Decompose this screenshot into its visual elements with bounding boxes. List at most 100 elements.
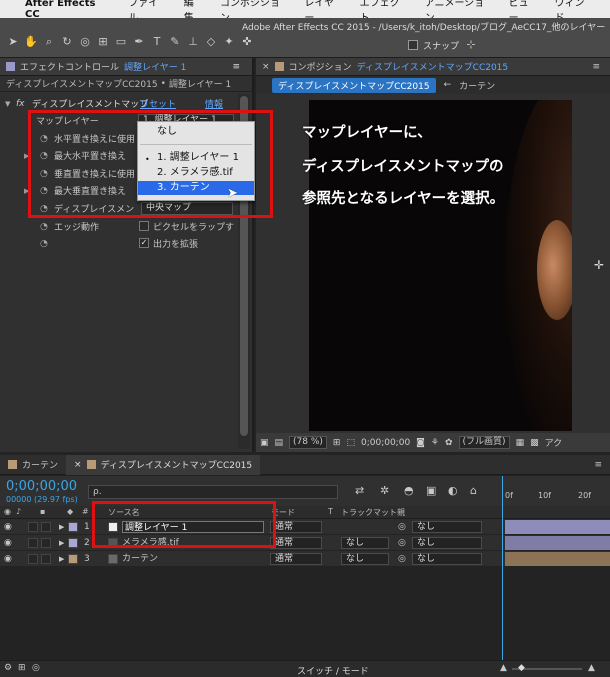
close-icon[interactable]: × <box>74 460 82 470</box>
trackmatte-dropdown[interactable]: なし <box>341 553 389 565</box>
zoom-out-icon[interactable]: ▲ <box>500 663 507 673</box>
rotate-tool-icon[interactable]: ↻ <box>60 35 74 49</box>
lock-switch[interactable] <box>41 554 51 564</box>
wrap-pixels-checkbox[interactable] <box>139 221 149 231</box>
grid-icon[interactable]: ⊞ <box>333 438 341 448</box>
puppet-pin-tool-icon[interactable]: ✜ <box>240 35 254 49</box>
layer-bar[interactable] <box>505 552 610 566</box>
comp-mini-flowchart-icon[interactable]: ⇄ <box>355 484 364 497</box>
zoom-in-icon[interactable]: ▲ <box>588 663 595 673</box>
playhead[interactable] <box>502 476 503 660</box>
pen-tool-icon[interactable]: ✒ <box>132 35 146 49</box>
stopwatch-icon[interactable]: ◔ <box>40 222 48 232</box>
snapshot-icon[interactable]: ◙ <box>416 438 425 448</box>
twirl-icon[interactable]: ▶ <box>59 553 64 565</box>
twirl-icon[interactable]: ▶ <box>59 537 64 549</box>
active-camera-label[interactable]: アク <box>545 436 563 449</box>
pickwhip-icon[interactable]: ◎ <box>398 537 406 549</box>
timeline-timecode[interactable]: 0;00;00;00 <box>6 479 77 494</box>
expand-output-checkbox[interactable]: ✓ <box>139 238 149 248</box>
solo-switch[interactable] <box>28 538 38 548</box>
stopwatch-icon[interactable]: ◔ <box>40 239 48 249</box>
parent-dropdown[interactable]: なし <box>412 537 482 549</box>
mode-dropdown[interactable]: 通常 <box>270 553 322 565</box>
parent-dropdown[interactable]: なし <box>412 553 482 565</box>
parent-dropdown[interactable]: なし <box>412 521 482 533</box>
rectangle-tool-icon[interactable]: ▭ <box>114 35 128 49</box>
brush-tool-icon[interactable]: ✎ <box>168 35 182 49</box>
solo-switch[interactable] <box>28 522 38 532</box>
effect-expand-icon[interactable]: ▼ <box>5 100 10 108</box>
lock-switch[interactable] <box>41 538 51 548</box>
comp-timecode[interactable]: 0;00;00;00 <box>361 438 410 448</box>
eraser-tool-icon[interactable]: ◇ <box>204 35 218 49</box>
transparency-grid-icon[interactable]: ▩ <box>530 438 539 448</box>
layer-row-3[interactable]: ◉ ▶ 3 カーテン 通常 なし ◎ なし <box>0 551 610 567</box>
layer-bar[interactable] <box>505 536 610 550</box>
mode-dropdown[interactable]: 通常 <box>270 521 322 533</box>
resolution-dropdown[interactable]: (フル画質) <box>458 436 510 449</box>
zoom-dropdown[interactable]: (78 %) <box>289 436 327 449</box>
mask-icon[interactable]: ⬚ <box>346 438 355 448</box>
snap-checkbox[interactable] <box>408 40 418 50</box>
layer-bar[interactable] <box>505 520 610 534</box>
draft-3d-icon[interactable]: ✲ <box>380 484 389 497</box>
selection-tool-icon[interactable]: ➤ <box>6 35 20 49</box>
app-menu[interactable]: After Effects CC <box>25 0 110 20</box>
pickwhip-icon[interactable]: ◎ <box>398 521 406 533</box>
clone-stamp-tool-icon[interactable]: ⊥ <box>186 35 200 49</box>
panel-menu-icon[interactable]: ≡ <box>594 460 602 470</box>
eye-header-icon: ◉ <box>4 507 11 516</box>
pickwhip-icon[interactable]: ◎ <box>398 553 406 565</box>
panel-menu-icon[interactable]: ≡ <box>592 62 600 72</box>
zoom-tool-icon[interactable]: ⌕ <box>42 35 56 49</box>
reset-link[interactable]: リセット <box>140 97 176 110</box>
lock-switch[interactable] <box>41 522 51 532</box>
mode-dropdown[interactable]: 通常 <box>270 537 322 549</box>
snap-options-icon[interactable]: ⊹ <box>464 38 478 52</box>
info-link[interactable]: 情報 <box>205 97 223 110</box>
show-snapshot-icon[interactable]: ⚘ <box>431 438 439 448</box>
shy-icon[interactable]: ◓ <box>404 484 414 497</box>
timeline-search-input[interactable]: ρ. <box>88 485 338 499</box>
hand-tool-icon[interactable]: ✋ <box>24 35 38 49</box>
color-channel-icon[interactable]: ✿ <box>445 438 453 448</box>
effect-controls-tab[interactable]: エフェクトコントロール 調整レイヤー 1 ≡ <box>0 58 252 76</box>
eye-icon[interactable]: ◉ <box>4 553 12 565</box>
twirl-icon[interactable]: ▶ <box>59 521 64 533</box>
subtab-active[interactable]: ディスプレイスメントマップCC2015 <box>272 77 436 93</box>
eye-icon[interactable]: ◉ <box>4 537 12 549</box>
zoom-slider-handle[interactable]: ◆ <box>518 663 525 673</box>
timeline-tab-displacement[interactable]: × ディスプレイスメントマップCC2015 <box>66 454 261 475</box>
label-color[interactable] <box>68 554 78 564</box>
label-color[interactable] <box>68 522 78 532</box>
composition-tab[interactable]: × コンポジション ディスプレイスメントマップCC2015 ≡ <box>256 58 610 76</box>
anchor-point-icon[interactable]: ✛ <box>594 258 604 272</box>
label-color[interactable] <box>68 538 78 548</box>
region-icon[interactable]: ▤ <box>275 438 284 448</box>
composition-viewer[interactable] <box>309 100 572 431</box>
close-icon[interactable]: × <box>262 62 270 72</box>
camera-tool-icon[interactable]: ◎ <box>78 35 92 49</box>
motion-blur-icon[interactable]: ◐ <box>448 484 458 497</box>
switches-modes-toggle[interactable]: スイッチ / モード <box>297 664 369 677</box>
graph-editor-icon[interactable]: ⌂ <box>470 484 477 497</box>
type-tool-icon[interactable]: T <box>150 35 164 49</box>
roi-icon[interactable]: ▦ <box>516 438 525 448</box>
subtab-curtain[interactable]: カーテン <box>459 79 495 92</box>
pan-behind-tool-icon[interactable]: ⊞ <box>96 35 110 49</box>
fx-icon[interactable]: fx <box>16 99 25 109</box>
roto-brush-tool-icon[interactable]: ✦ <box>222 35 236 49</box>
panel-menu-icon[interactable]: ≡ <box>232 62 240 72</box>
frame-blending-icon[interactable]: ▣ <box>426 484 436 497</box>
expand-icon[interactable]: ⊞ <box>18 663 26 673</box>
trackmatte-dropdown[interactable]: なし <box>341 537 389 549</box>
eye-icon[interactable]: ◉ <box>4 521 12 533</box>
timeline-tab-curtain[interactable]: カーテン <box>0 455 66 475</box>
render-icon[interactable]: ◎ <box>32 663 40 673</box>
layer-name[interactable]: カーテン <box>122 553 158 565</box>
arrow-icon: ← <box>443 80 452 90</box>
always-preview-icon[interactable]: ▣ <box>260 438 269 448</box>
solo-switch[interactable] <box>28 554 38 564</box>
comp-settings-icon[interactable]: ⚙ <box>4 663 12 673</box>
